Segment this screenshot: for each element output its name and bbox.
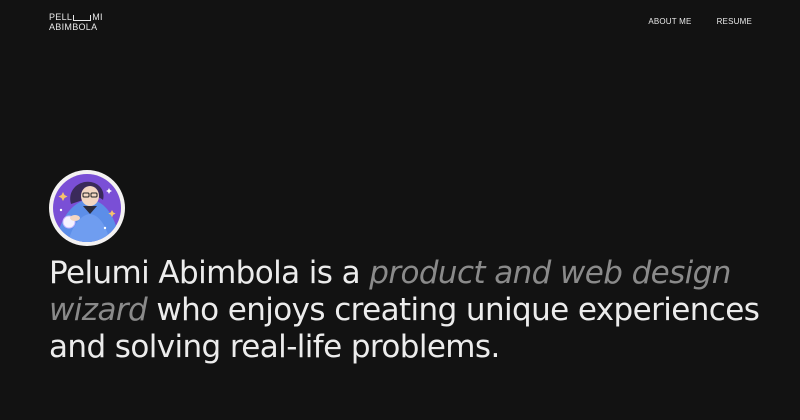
nav-link-resume[interactable]: RESUME bbox=[717, 17, 752, 26]
logo-line-1: PELL MI bbox=[49, 12, 103, 22]
site-logo[interactable]: PELL MI ABIMBOLA bbox=[49, 12, 103, 32]
hero-headline: Pelumi Abimbola is a product and web des… bbox=[49, 255, 769, 366]
logo-line-2: ABIMBOLA bbox=[49, 22, 98, 32]
nav-link-about-me[interactable]: ABOUT ME bbox=[648, 17, 691, 26]
top-nav: ABOUT ME RESUME bbox=[648, 17, 752, 26]
logo-text-right: MI bbox=[92, 12, 103, 22]
hero-text-part-1: Pelumi Abimbola is a bbox=[49, 255, 370, 291]
logo-gap-mark bbox=[73, 15, 92, 21]
logo-text-left: PELL bbox=[49, 12, 73, 22]
avatar bbox=[49, 170, 125, 246]
wizard-avatar-illustration bbox=[53, 174, 121, 242]
hero-text-part-2: who enjoys creating unique experiences a… bbox=[49, 292, 760, 365]
